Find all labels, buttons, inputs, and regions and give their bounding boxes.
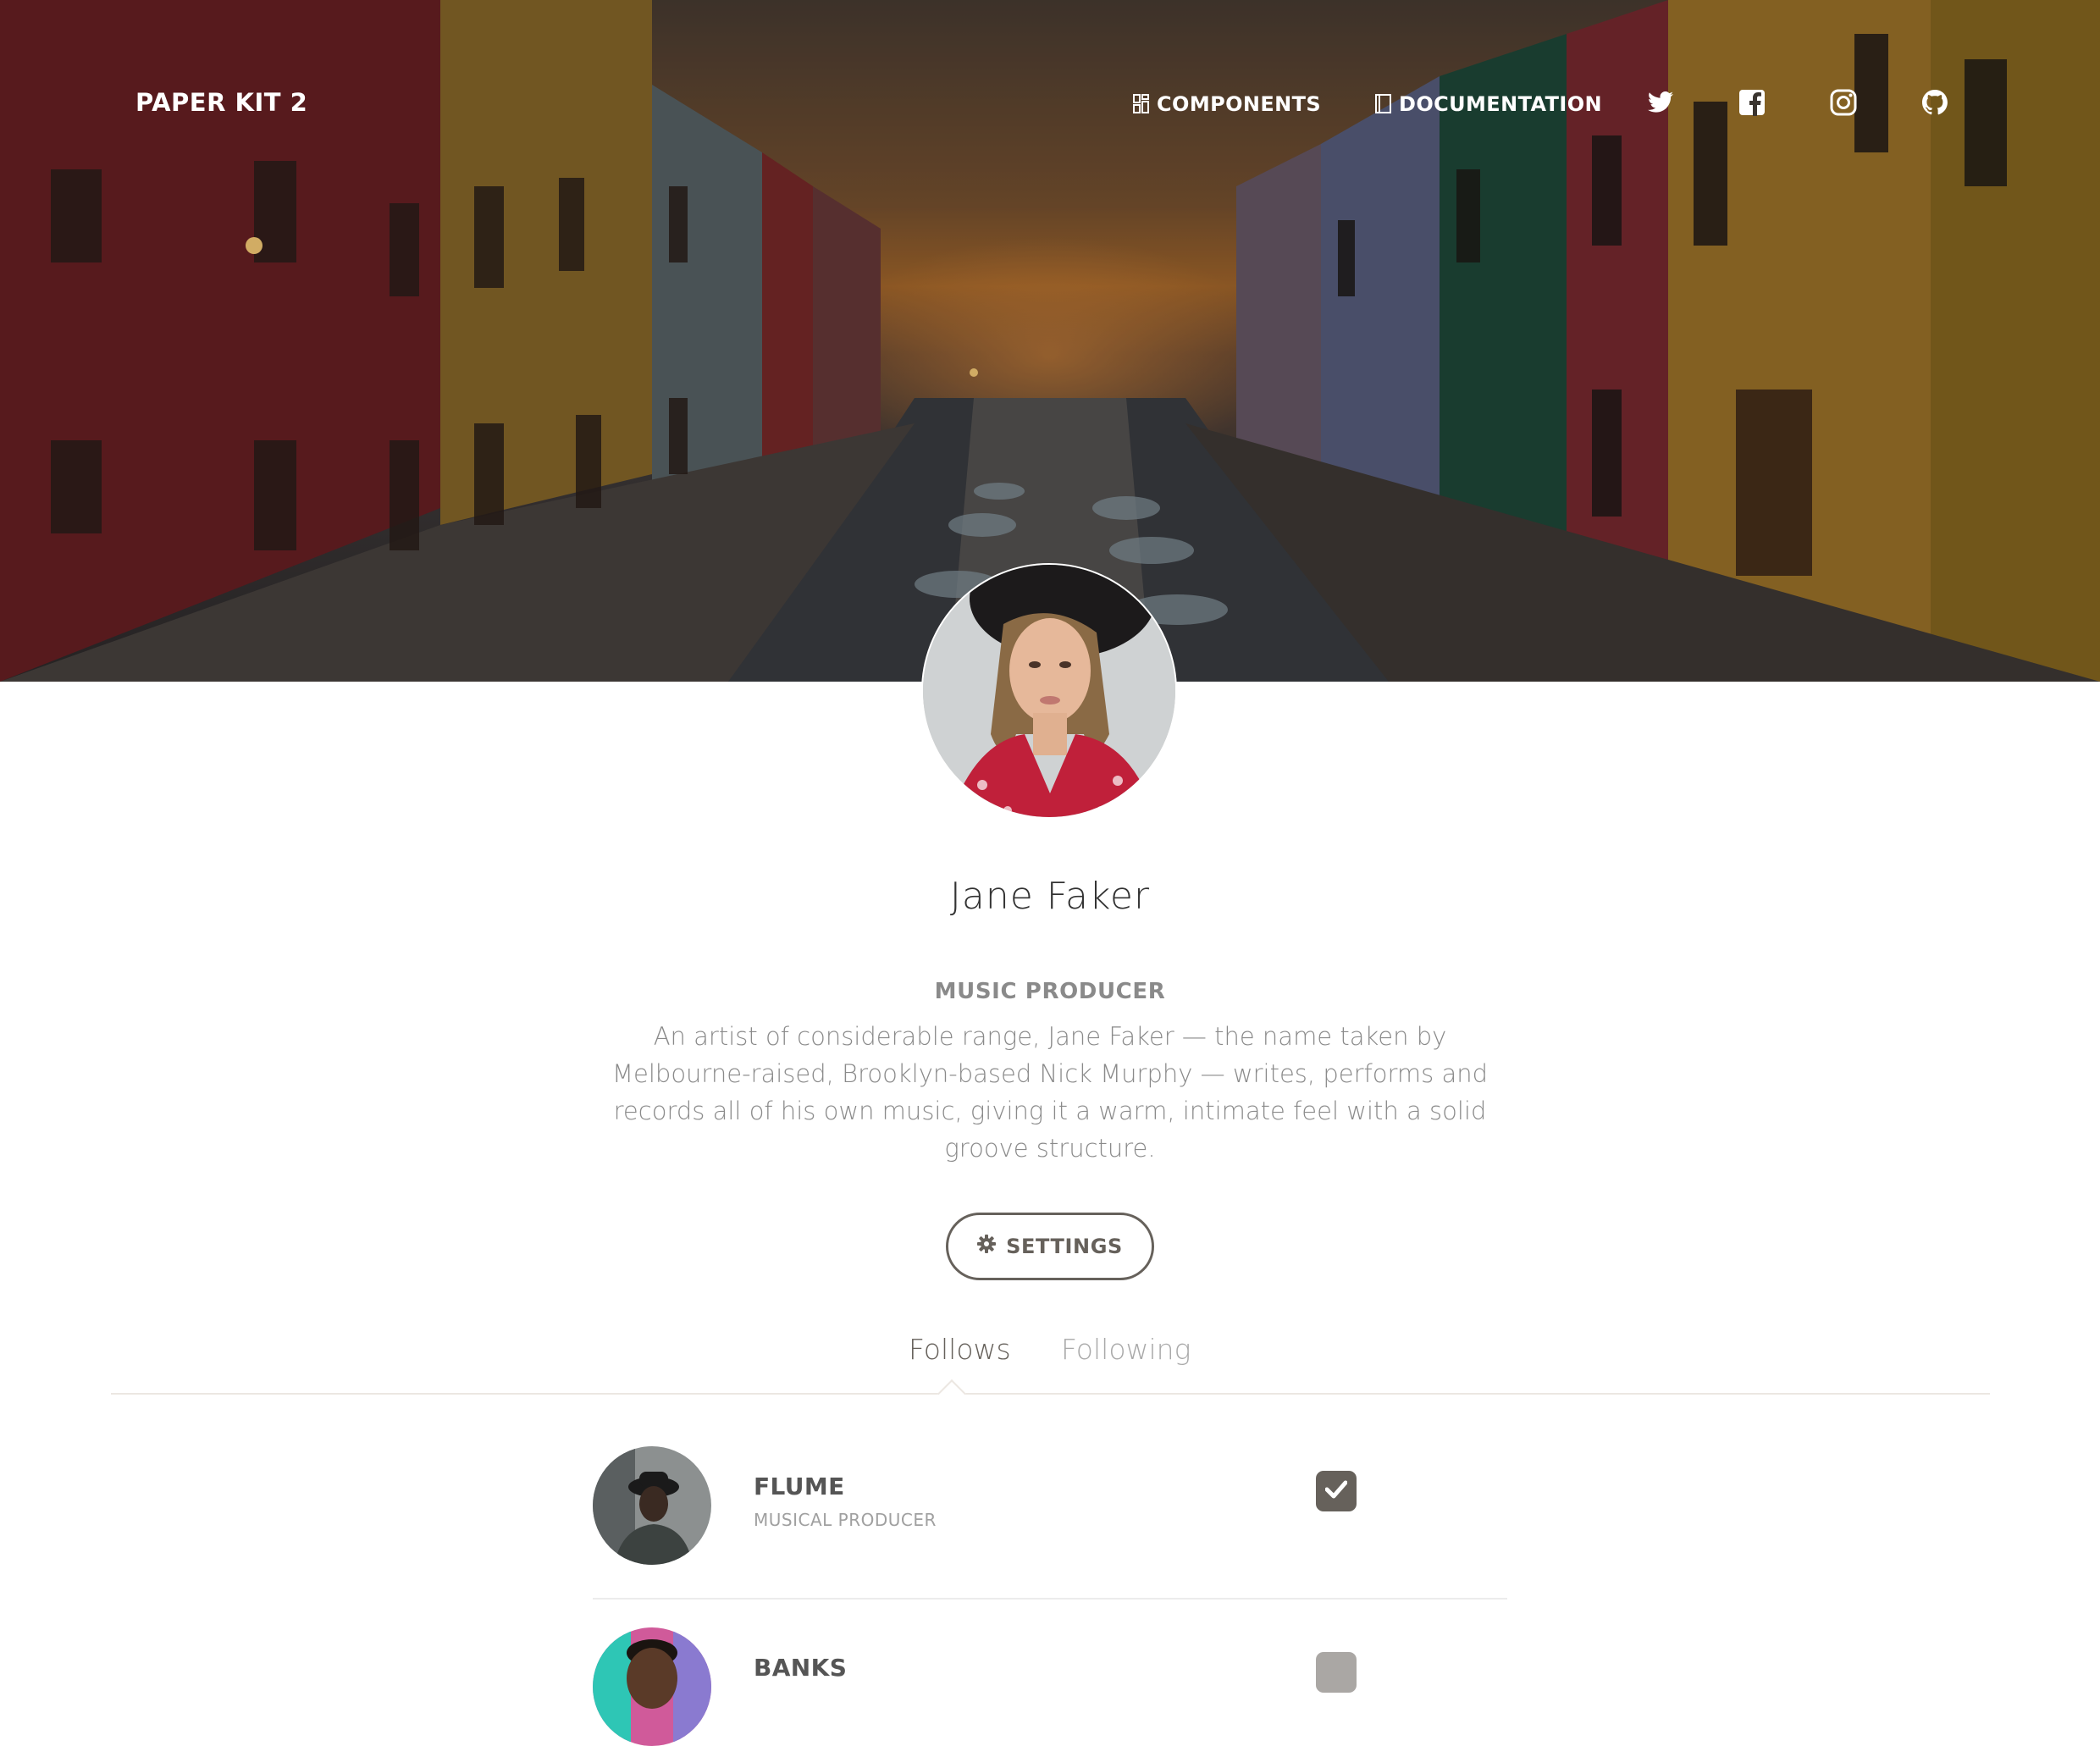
settings-button[interactable]: SETTINGS bbox=[946, 1213, 1154, 1280]
nav-link-documentation[interactable]: DOCUMENTATION bbox=[1375, 90, 1602, 119]
facebook-icon[interactable] bbox=[1738, 88, 1766, 117]
follow-role: MUSICAL PRODUCER bbox=[754, 1510, 937, 1530]
layout-icon bbox=[1133, 94, 1150, 114]
navbar-brand[interactable]: PAPER KIT 2 bbox=[135, 88, 307, 117]
settings-button-label: SETTINGS bbox=[1006, 1235, 1123, 1258]
active-tab-indicator bbox=[937, 1379, 966, 1408]
nav-link-components[interactable]: COMPONENTS bbox=[1133, 90, 1321, 119]
follow-avatar-flume bbox=[593, 1446, 711, 1565]
profile-title: MUSIC PRODUCER bbox=[934, 979, 1166, 1004]
profile-bio: An artist of considerable range, Jane Fa… bbox=[611, 1022, 1489, 1163]
profile-name: Jane Faker bbox=[949, 875, 1151, 918]
tabs-divider bbox=[111, 1393, 1990, 1395]
follow-avatar-banks bbox=[593, 1627, 711, 1746]
github-icon[interactable] bbox=[1920, 88, 1949, 117]
profile-avatar bbox=[921, 563, 1177, 819]
follow-checkbox-banks[interactable] bbox=[1316, 1652, 1357, 1693]
nav-link-documentation-label: DOCUMENTATION bbox=[1399, 92, 1602, 116]
check-icon bbox=[1324, 1480, 1348, 1502]
list-divider bbox=[593, 1598, 1507, 1600]
tab-following[interactable]: Following bbox=[1061, 1333, 1191, 1366]
tab-follows[interactable]: Follows bbox=[909, 1333, 1011, 1366]
book-icon bbox=[1375, 94, 1392, 114]
gear-icon bbox=[977, 1235, 997, 1258]
instagram-icon[interactable] bbox=[1829, 88, 1858, 117]
follow-checkbox-flume[interactable] bbox=[1316, 1471, 1357, 1511]
follow-name: BANKS bbox=[754, 1654, 848, 1682]
nav-link-components-label: COMPONENTS bbox=[1157, 92, 1322, 116]
twitter-icon[interactable] bbox=[1646, 88, 1675, 117]
follow-name: FLUME bbox=[754, 1472, 845, 1500]
